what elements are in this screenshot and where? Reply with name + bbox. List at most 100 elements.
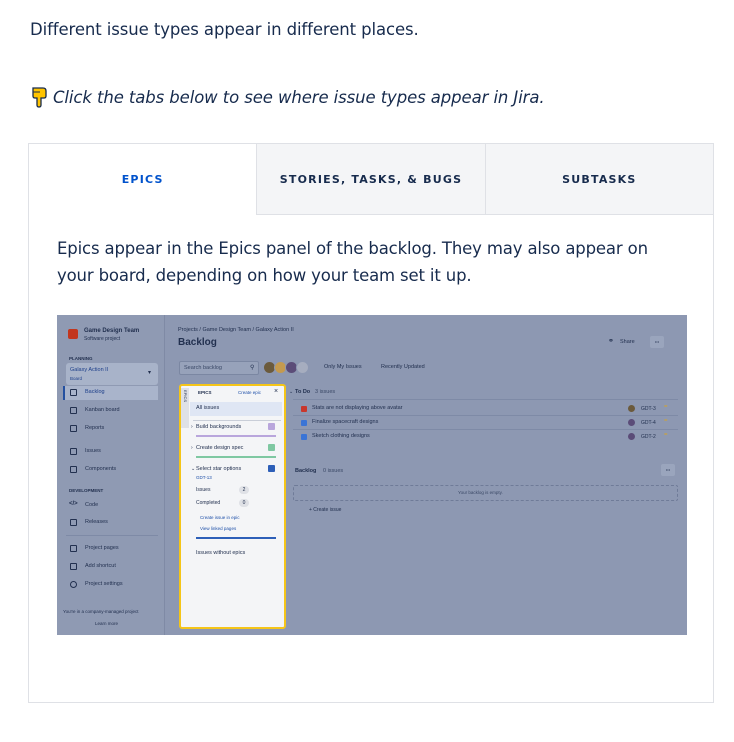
search-icon: ⚲ (250, 365, 255, 371)
learn-more-link[interactable]: Learn more (95, 621, 118, 626)
create-epic-link[interactable]: Create epic (238, 390, 261, 395)
nav-add-shortcut[interactable]: Add shortcut (85, 563, 116, 569)
chevron-down-icon: ▾ (148, 370, 152, 376)
share-icon: ⚭ (608, 338, 614, 345)
bug-icon (301, 406, 307, 412)
create-issue-in-epic-link[interactable]: Create issue in epic (200, 515, 240, 520)
nav-kanban-board[interactable]: Kanban board (85, 407, 120, 413)
tab-epics[interactable]: EPICS (29, 144, 257, 215)
board-name: Galaxy Action II (70, 367, 109, 373)
backlog-count: 0 issues (323, 468, 344, 474)
epic-key[interactable]: GDT-13 (196, 475, 212, 480)
divider (293, 415, 678, 416)
pointing-hand-icon (32, 87, 47, 108)
backlog-label[interactable]: Backlog (295, 468, 316, 474)
share-button[interactable]: Share (620, 339, 635, 345)
nav-releases[interactable]: Releases (85, 519, 108, 525)
filter-recently-updated[interactable]: Recently Updated (381, 364, 425, 370)
avatar (627, 418, 636, 427)
divider (293, 399, 678, 400)
issues-count-label: Issues (196, 487, 211, 493)
nav-project-pages[interactable]: Project pages (85, 545, 119, 551)
divider (293, 429, 678, 430)
chevron-right-icon: › (191, 445, 193, 451)
hint-line: Click the tabs below to see where issue … (30, 86, 545, 108)
kanban-board-icon (70, 407, 77, 414)
close-icon[interactable]: × (274, 388, 278, 395)
project-logo-icon (68, 329, 78, 339)
issue-summary[interactable]: Finalize spacecraft designs (312, 419, 378, 425)
avatar (627, 432, 636, 441)
backlog-icon (70, 389, 77, 396)
releases-icon (70, 519, 77, 526)
sidebar-divider (66, 535, 158, 536)
more-actions-button[interactable]: ••• (650, 336, 664, 348)
epic-select-star-options[interactable]: Select star options (196, 466, 241, 472)
filter-only-my-issues[interactable]: Only My Issues (324, 364, 362, 370)
issue-key[interactable]: GDT-4 (641, 420, 656, 426)
priority-icon: = (664, 404, 668, 410)
issue-summary[interactable]: Stats are not displaying above avatar (312, 405, 403, 411)
create-issue-button[interactable]: + Create issue (309, 507, 341, 513)
jira-backlog-screenshot: Game Design Team Software project PLANNI… (57, 315, 687, 635)
epic-color-swatch (268, 444, 275, 451)
nav-project-settings[interactable]: Project settings (85, 581, 123, 587)
divider (193, 420, 281, 421)
hint-text: Click the tabs below to see where issue … (53, 87, 545, 107)
issue-key[interactable]: GDT-2 (641, 434, 656, 440)
epics-side-label: EPICS (183, 390, 188, 403)
project-name: Game Design Team (84, 328, 140, 334)
project-type: Software project (84, 336, 121, 342)
epic-build-backgrounds[interactable]: Build backgrounds (196, 424, 241, 430)
components-icon (70, 466, 77, 473)
page-title: Backlog (178, 337, 217, 348)
issues-icon (70, 448, 77, 455)
avatar[interactable] (296, 361, 309, 374)
progress-bar (196, 456, 276, 458)
nav-components[interactable]: Components (85, 466, 116, 472)
issue-summary[interactable]: Sketch clothing designs (312, 433, 370, 439)
board-sub: Board (70, 376, 83, 381)
nav-backlog-selected (63, 386, 158, 400)
todo-count: 3 issues (315, 389, 336, 395)
chevron-down-icon: ⌄ (289, 389, 294, 395)
avatar (627, 404, 636, 413)
tab-description: Epics appear in the Epics panel of the b… (57, 239, 648, 285)
issues-without-epics[interactable]: Issues without epics (196, 550, 245, 556)
code-icon: </> (69, 501, 78, 507)
planning-heading: PLANNING (69, 356, 93, 361)
project-pages-icon (70, 545, 77, 552)
tabbed-panel: EPICS STORIES, TASKS, & BUGS SUBTASKS Ep… (28, 143, 714, 703)
add-shortcut-icon (70, 563, 77, 570)
issue-key[interactable]: GDT-3 (641, 406, 656, 412)
chevron-down-icon: ⌄ (191, 466, 196, 472)
epics-panel: EPICS EPICS Create epic × All issues › B… (179, 384, 286, 629)
breadcrumb[interactable]: Projects / Game Design Team / Galaxy Act… (178, 327, 294, 333)
view-linked-pages-link[interactable]: View linked pages (200, 526, 236, 531)
priority-icon: = (664, 418, 668, 424)
issues-count-badge: 2 (239, 486, 249, 494)
search-input[interactable]: Search backlog ⚲ (179, 361, 259, 375)
backlog-more-button[interactable]: ••• (661, 464, 675, 476)
epics-heading: EPICS (198, 390, 212, 395)
progress-bar (196, 435, 276, 437)
completed-count-label: Completed (196, 500, 221, 506)
nav-backlog[interactable]: Backlog (85, 389, 105, 395)
reports-icon (70, 425, 77, 432)
nav-reports[interactable]: Reports (85, 425, 104, 431)
completed-count-badge: 0 (239, 499, 249, 507)
epic-create-design-spec[interactable]: Create design spec (196, 445, 243, 451)
nav-issues[interactable]: Issues (85, 448, 101, 454)
epic-color-swatch (268, 465, 275, 472)
tab-subtasks[interactable]: SUBTASKS (484, 144, 713, 215)
backlog-empty-text: Your backlog is empty. (458, 490, 503, 495)
nav-code[interactable]: Code (85, 502, 98, 508)
backlog-empty-area: Your backlog is empty. (293, 485, 678, 501)
tab-bar: EPICS STORIES, TASKS, & BUGS SUBTASKS (29, 144, 713, 215)
chevron-right-icon: › (191, 424, 193, 430)
todo-label[interactable]: To Do (295, 389, 310, 395)
all-issues-label: All issues (196, 405, 220, 411)
task-icon (301, 420, 307, 426)
search-placeholder: Search backlog (184, 365, 222, 371)
tab-stories-tasks-bugs[interactable]: STORIES, TASKS, & BUGS (256, 144, 485, 215)
